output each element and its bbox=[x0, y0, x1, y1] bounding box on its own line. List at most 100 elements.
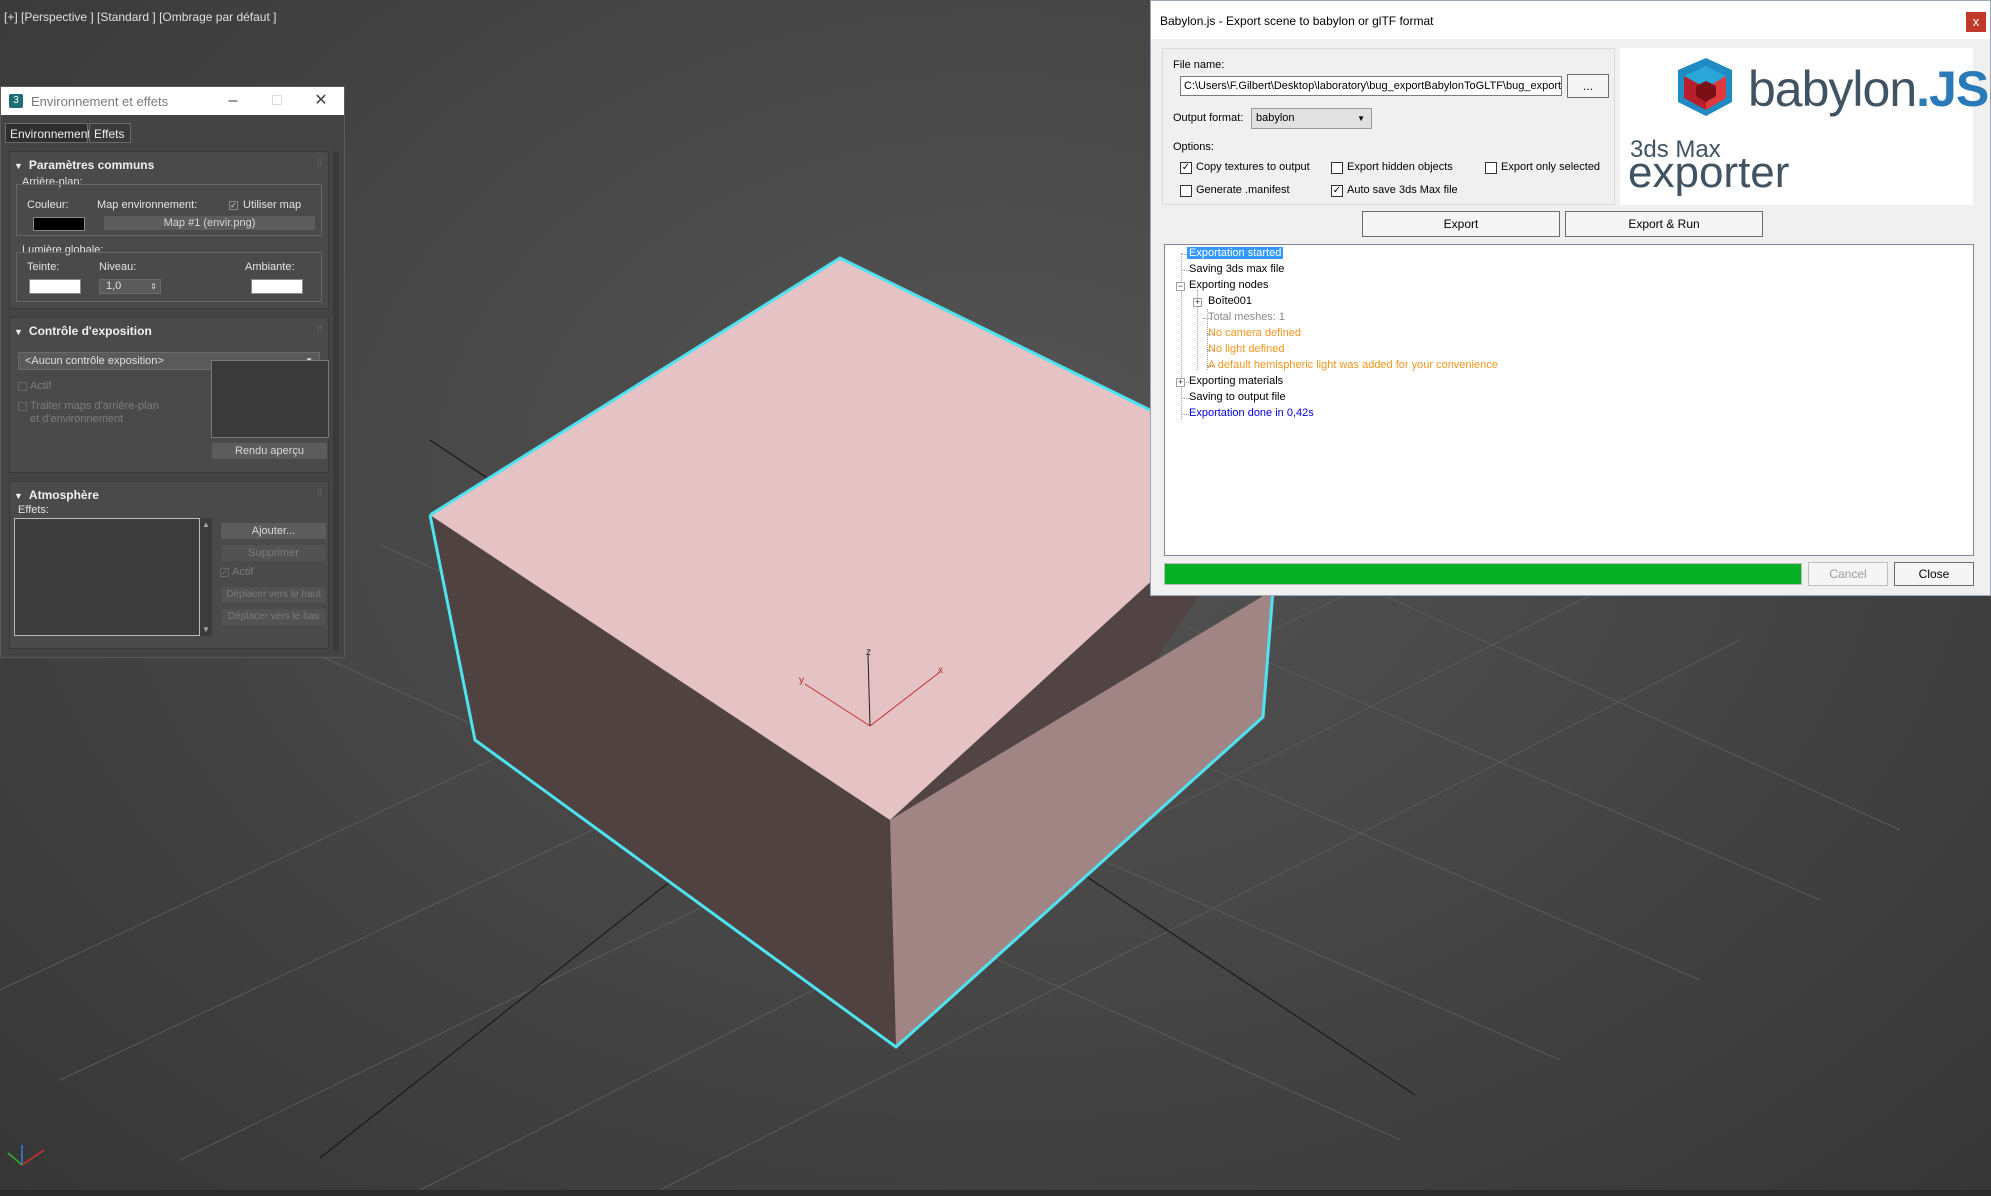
auto-save-checkbox[interactable]: ✓ bbox=[1331, 185, 1343, 197]
log-item[interactable]: Boîte001 bbox=[1208, 295, 1252, 307]
process-maps-label-2: et d'environnement bbox=[30, 413, 124, 425]
export-selected-checkbox[interactable] bbox=[1485, 162, 1497, 174]
maximize-icon[interactable]: □ bbox=[255, 89, 299, 113]
exposure-active-label: Actif bbox=[30, 380, 52, 392]
scroll-down-icon[interactable]: ▼ bbox=[202, 625, 210, 634]
tab-environment[interactable]: Environnement bbox=[5, 123, 91, 143]
environment-effects-panel: 3 Environnement et effets – □ ✕ Environn… bbox=[0, 86, 345, 658]
output-format-select[interactable]: babylon ▼ bbox=[1251, 108, 1372, 129]
process-maps-checkbox[interactable] bbox=[18, 402, 27, 411]
log-item[interactable]: Exportation done in 0,42s bbox=[1189, 407, 1314, 419]
file-name-input[interactable]: C:\Users\F.Gilbert\Desktop\laboratory\bu… bbox=[1180, 76, 1562, 96]
gizmo-z-label: z bbox=[866, 647, 871, 658]
color-label: Couleur: bbox=[27, 199, 69, 211]
rollout-atmosphere-header[interactable]: ▼ Atmosphère bbox=[14, 488, 99, 502]
effects-list-scrollbar[interactable]: ▲ ▼ bbox=[200, 518, 212, 636]
export-selected-label: Export only selected bbox=[1501, 161, 1601, 173]
spinner-arrows-icon: ⇕ bbox=[150, 282, 157, 291]
global-light-group: Teinte: Niveau: Ambiante: 1,0 ⇕ bbox=[16, 252, 322, 302]
log-item[interactable]: Exporting materials bbox=[1189, 375, 1283, 387]
settings-group: File name: C:\Users\F.Gilbert\Desktop\la… bbox=[1162, 48, 1615, 205]
dialog-titlebar[interactable]: Babylon.js - Export scene to babylon or … bbox=[1151, 1, 1990, 39]
level-label: Niveau: bbox=[99, 261, 137, 273]
log-item[interactable]: Total meshes: 1 bbox=[1208, 311, 1285, 323]
browse-button[interactable]: ... bbox=[1567, 74, 1609, 98]
level-spinner[interactable]: 1,0 ⇕ bbox=[99, 279, 161, 294]
expand-tree-icon[interactable]: + bbox=[1193, 298, 1202, 307]
env-map-button[interactable]: Map #1 (envir.png) bbox=[103, 215, 316, 231]
env-titlebar[interactable]: 3 Environnement et effets – □ ✕ bbox=[1, 87, 344, 115]
close-icon[interactable]: x bbox=[1966, 12, 1986, 32]
use-map-label: Utiliser map bbox=[243, 199, 302, 211]
log-item[interactable]: Exporting nodes bbox=[1189, 279, 1269, 291]
log-item[interactable]: A default hemispheric light was added fo… bbox=[1208, 359, 1498, 371]
ambient-label: Ambiante: bbox=[245, 261, 295, 273]
rollout-atmosphere: ▼ Atmosphère ⁞⁞ Effets: ▲ ▼ Ajouter... Su… bbox=[9, 481, 329, 649]
tint-label: Teinte: bbox=[27, 261, 60, 273]
log-item[interactable]: No camera defined bbox=[1208, 327, 1301, 339]
export-progress-bar bbox=[1164, 563, 1802, 585]
ambient-color-swatch[interactable] bbox=[251, 279, 303, 294]
effect-active-label: Actif bbox=[232, 566, 254, 578]
babylon-logo: babylon.JS 3ds Max exporter bbox=[1620, 48, 1989, 205]
collapse-tree-icon[interactable]: − bbox=[1176, 282, 1185, 291]
export-button[interactable]: Export bbox=[1362, 211, 1560, 237]
drag-handle-icon[interactable]: ⁞⁞ bbox=[317, 158, 322, 168]
move-up-button[interactable]: Déplacer vers le haut bbox=[220, 586, 327, 604]
options-label: Options: bbox=[1173, 141, 1214, 153]
gizmo-x-label: x bbox=[938, 665, 943, 676]
output-format-label: Output format: bbox=[1173, 112, 1244, 124]
background-group: Couleur: Map environnement: ✓ Utiliser m… bbox=[16, 184, 322, 236]
exposure-active-checkbox[interactable] bbox=[18, 382, 27, 391]
drag-handle-icon[interactable]: ⁞⁞ bbox=[317, 488, 322, 498]
tab-effects[interactable]: Effets bbox=[89, 123, 131, 143]
log-item[interactable]: Saving 3ds max file bbox=[1189, 263, 1284, 275]
collapse-icon: ▼ bbox=[14, 491, 23, 501]
cancel-button[interactable]: Cancel bbox=[1808, 562, 1888, 586]
log-item[interactable]: No light defined bbox=[1208, 343, 1284, 355]
delete-effect-button[interactable]: Supprimer bbox=[220, 544, 327, 562]
render-preview-button[interactable]: Rendu aperçu bbox=[211, 442, 328, 460]
scroll-up-icon[interactable]: ▲ bbox=[202, 520, 210, 529]
close-button[interactable]: Close bbox=[1894, 562, 1974, 586]
babylon-wordmark: babylon.JS bbox=[1748, 61, 1989, 117]
close-icon[interactable]: ✕ bbox=[299, 89, 343, 113]
log-item[interactable]: Exportation started bbox=[1187, 247, 1284, 259]
collapse-icon: ▼ bbox=[14, 161, 23, 171]
env-map-label: Map environnement: bbox=[97, 199, 198, 211]
tint-color-swatch[interactable] bbox=[29, 279, 81, 294]
background-color-swatch[interactable] bbox=[33, 217, 85, 231]
dialog-title: Babylon.js - Export scene to babylon or … bbox=[1160, 14, 1434, 28]
rollout-exposure: ▼ Contrôle d'exposition ⁞⁞ <Aucun contrôl… bbox=[9, 317, 329, 473]
export-hidden-checkbox[interactable] bbox=[1331, 162, 1343, 174]
panel-scrollbar[interactable] bbox=[333, 151, 339, 651]
export-hidden-label: Export hidden objects bbox=[1347, 161, 1453, 173]
minimize-icon[interactable]: – bbox=[211, 89, 255, 113]
rollout-common-header[interactable]: ▼ Paramètres communs bbox=[14, 158, 154, 172]
drag-handle-icon[interactable]: ⁞⁞ bbox=[317, 324, 322, 334]
rollout-common-params: ▼ Paramètres communs ⁞⁞ Arrière-plan: Cou… bbox=[9, 151, 329, 309]
expand-tree-icon[interactable]: + bbox=[1176, 378, 1185, 387]
collapse-icon: ▼ bbox=[14, 327, 23, 337]
gizmo-y-label: y bbox=[799, 675, 804, 686]
log-item[interactable]: Saving to output file bbox=[1189, 391, 1286, 403]
export-log-tree[interactable]: Exportation started Saving 3ds max file … bbox=[1164, 244, 1974, 556]
effect-active-checkbox[interactable]: ✓ bbox=[220, 568, 229, 577]
effects-list[interactable] bbox=[14, 518, 200, 636]
effects-label: Effets: bbox=[18, 504, 49, 516]
add-effect-button[interactable]: Ajouter... bbox=[220, 522, 327, 540]
use-map-checkbox[interactable]: ✓ bbox=[229, 201, 238, 210]
exposure-preview bbox=[211, 360, 329, 438]
env-title-text: Environnement et effets bbox=[31, 94, 169, 109]
generate-manifest-checkbox[interactable] bbox=[1180, 185, 1192, 197]
export-run-button[interactable]: Export & Run bbox=[1565, 211, 1763, 237]
copy-textures-checkbox[interactable]: ✓ bbox=[1180, 162, 1192, 174]
output-format-value: babylon bbox=[1256, 112, 1295, 124]
copy-textures-label: Copy textures to output bbox=[1196, 161, 1310, 173]
move-down-button[interactable]: Déplacer vers le bas bbox=[220, 608, 327, 626]
corner-axis-tripod bbox=[7, 1145, 45, 1166]
rollout-exposure-header[interactable]: ▼ Contrôle d'exposition bbox=[14, 324, 152, 338]
viewport-label[interactable]: [+] [Perspective ] [Standard ] [Ombrage … bbox=[4, 10, 276, 24]
auto-save-label: Auto save 3ds Max file bbox=[1347, 184, 1458, 196]
chevron-down-icon: ▼ bbox=[1357, 114, 1365, 123]
